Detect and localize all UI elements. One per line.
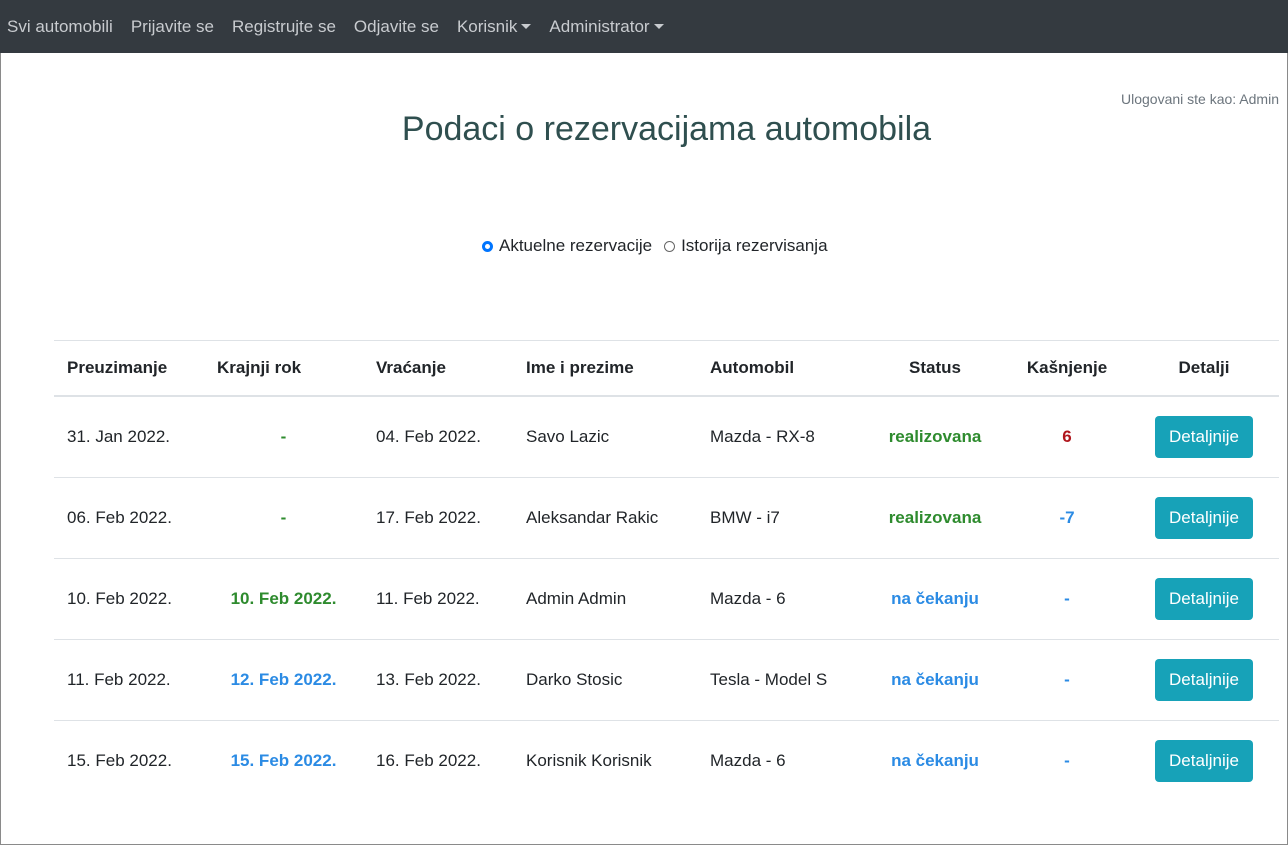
cell-details: Detaljnije [1129, 558, 1279, 640]
table-row: 06. Feb 2022. - 17. Feb 2022. Aleksandar… [54, 477, 1279, 559]
cell-status: realizovana [865, 477, 1005, 559]
cell-return: 13. Feb 2022. [363, 639, 513, 721]
cell-car: Mazda - 6 [697, 558, 865, 640]
filter-history-label: Istorija rezervisanja [681, 236, 828, 255]
cell-details: Detaljnije [1129, 396, 1279, 478]
cell-details: Detaljnije [1129, 477, 1279, 559]
cell-delay: - [1005, 639, 1129, 721]
header-name: Ime i prezime [513, 340, 697, 397]
header-details: Detalji [1129, 340, 1279, 397]
cell-status: na čekanju [865, 558, 1005, 640]
nav-register[interactable]: Registrujte se [232, 17, 336, 37]
table-row: 31. Jan 2022. - 04. Feb 2022. Savo Lazic… [54, 396, 1279, 478]
page-title: Podaci o rezervacijama automobila [401, 110, 932, 148]
header-status: Status [865, 340, 1005, 397]
filter-history-option[interactable]: Istorija rezervisanja [664, 236, 828, 256]
nav-all-cars[interactable]: Svi automobili [7, 17, 113, 37]
details-button[interactable]: Detaljnije [1155, 416, 1253, 458]
cell-deadline: - [204, 477, 363, 559]
radio-history[interactable] [664, 240, 676, 252]
nav-admin-dropdown[interactable]: Administrator [549, 16, 664, 37]
cell-pickup: 15. Feb 2022. [67, 751, 172, 770]
cell-deadline: - [204, 396, 363, 478]
cell-return: 04. Feb 2022. [363, 396, 513, 478]
cell-car: Mazda - 6 [710, 751, 786, 770]
cell-delay: 6 [1005, 396, 1129, 478]
reservation-filter: Aktuelne rezervacije Istorija rezervisan… [482, 236, 840, 256]
nav-admin-label: Administrator [549, 16, 650, 36]
cell-name: Admin Admin [513, 558, 697, 640]
header-pickup: Preuzimanje [54, 340, 204, 397]
cell-deadline: 12. Feb 2022. [204, 639, 363, 721]
table-row: 11. Feb 2022. 12. Feb 2022. 13. Feb 2022… [54, 639, 1279, 721]
cell-delay: -7 [1005, 477, 1129, 559]
nav-login[interactable]: Prijavite se [131, 17, 214, 37]
cell-pickup: 31. Jan 2022. [54, 396, 204, 478]
cell-return: 11. Feb 2022. [363, 558, 513, 640]
details-button[interactable]: Detaljnije [1155, 578, 1253, 620]
header-car: Automobil [697, 340, 865, 397]
header-delay: Kašnjenje [1005, 340, 1129, 397]
radio-current[interactable] [482, 240, 493, 252]
cell-name: Darko Stosic [513, 639, 697, 721]
top-navbar: Svi automobili Prijavite se Registrujte … [0, 0, 1288, 53]
cell-pickup: 06. Feb 2022. [54, 477, 204, 559]
cell-car: BMW - i7 [697, 477, 865, 559]
nav-user-label: Korisnik [456, 16, 518, 36]
details-button[interactable]: Detaljnije [1155, 740, 1253, 782]
table-row: 15. Feb 2022. 15. Feb 2022. 16. Feb 2022… [54, 721, 1279, 802]
filter-current-option[interactable]: Aktuelne rezervacije [482, 236, 652, 256]
table-row: 10. Feb 2022. 10. Feb 2022. 11. Feb 2022… [54, 558, 1279, 640]
cell-pickup: 10. Feb 2022. [54, 558, 204, 640]
cell-return: 16. Feb 2022. [376, 751, 481, 770]
logged-in-user: Ulogovani ste kao: Admin [1121, 91, 1279, 107]
details-button[interactable]: Detaljnije [1155, 659, 1253, 701]
cell-deadline: 15. Feb 2022. [230, 751, 337, 770]
cell-name: Korisnik Korisnik [526, 751, 652, 770]
chevron-down-icon [653, 23, 664, 29]
cell-name: Savo Lazic [513, 396, 697, 478]
cell-pickup: 11. Feb 2022. [54, 639, 204, 721]
cell-details: Detaljnije [1129, 721, 1279, 802]
header-return: Vraćanje [363, 340, 513, 397]
cell-status: na čekanju [891, 751, 979, 770]
nav-user-dropdown[interactable]: Korisnik [456, 16, 532, 37]
chevron-down-icon [521, 23, 532, 29]
cell-car: Mazda - RX-8 [697, 396, 865, 478]
cell-delay: - [1005, 558, 1129, 640]
table-header-row: Preuzimanje Krajnji rok Vraćanje Ime i p… [54, 340, 1279, 397]
cell-deadline: 10. Feb 2022. [204, 558, 363, 640]
cell-delay: - [1064, 751, 1070, 770]
filter-current-label: Aktuelne rezervacije [499, 236, 653, 255]
cell-status: realizovana [865, 396, 1005, 478]
cell-car: Tesla - Model S [697, 639, 865, 721]
header-deadline: Krajnji rok [204, 340, 363, 397]
cell-status: na čekanju [865, 639, 1005, 721]
cell-name: Aleksandar Rakic [513, 477, 697, 559]
cell-details: Detaljnije [1129, 639, 1279, 721]
details-button[interactable]: Detaljnije [1155, 497, 1253, 539]
cell-return: 17. Feb 2022. [363, 477, 513, 559]
reservations-table: Preuzimanje Krajnji rok Vraćanje Ime i p… [54, 340, 1279, 801]
nav-logout[interactable]: Odjavite se [354, 17, 439, 37]
